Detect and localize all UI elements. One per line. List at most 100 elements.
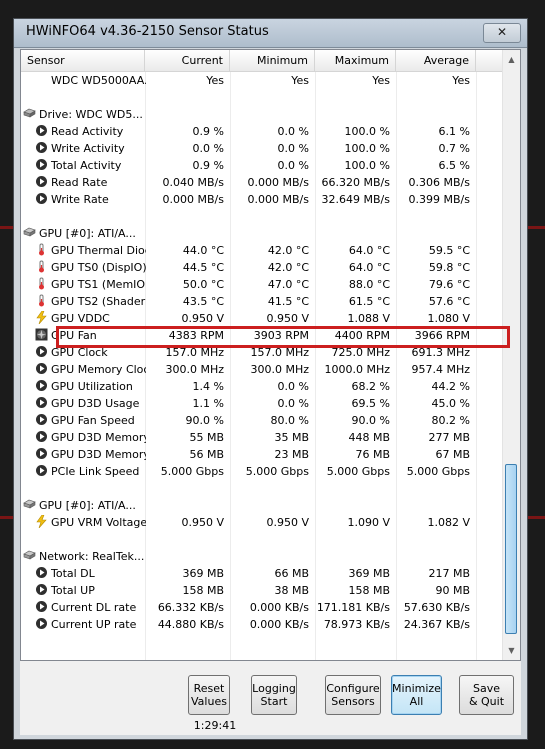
sensor-bullet-icon: [35, 379, 48, 392]
save-and-quit-button[interactable]: Save & Quit: [459, 675, 514, 715]
sensor-row[interactable]: GPU VDDC 0.950 V 0.950 V 1.088 V 1.080 V: [21, 310, 496, 327]
current-value: 43.5 °C: [182, 295, 224, 308]
sensor-row[interactable]: GPU D3D Memory... 55 MB 35 MB 448 MB 277 MB: [21, 429, 496, 446]
sensor-group-row[interactable]: Drive: WDC WD5...: [21, 106, 496, 123]
sensor-row[interactable]: WDC WD5000AA... Yes Yes Yes Yes: [21, 72, 496, 89]
sensor-row[interactable]: GPU Fan 4383 RPM 3903 RPM 4400 RPM 3966 RPM: [21, 327, 496, 344]
fan-icon: [35, 328, 48, 341]
sensor-row[interactable]: GPU Clock 157.0 MHz 157.0 MHz 725.0 MHz 691.…: [21, 344, 496, 361]
sensor-rows: WDC WD5000AA... Yes Yes Yes Yes Drive: WDC WD…: [21, 72, 496, 633]
network-icon: [23, 549, 36, 562]
column-header-minimum[interactable]: Minimum: [230, 50, 315, 71]
sensor-group-row[interactable]: GPU [#0]: ATI/A...: [21, 497, 496, 514]
sensor-name-cell: Total UP: [35, 582, 146, 599]
sensor-bullet-icon: [35, 617, 48, 630]
sensor-label: GPU VDDC: [51, 312, 110, 325]
minimum-value: 0.950 V: [266, 516, 309, 529]
maximum-value: 100.0 %: [344, 159, 390, 172]
sensor-row[interactable]: GPU TS1 (MemIO) 50.0 °C 47.0 °C 88.0 °C 79.6…: [21, 276, 496, 293]
sensor-bullet-icon: [35, 413, 48, 426]
sensor-name-cell: WDC WD5000AA...: [35, 72, 146, 89]
sensor-row[interactable]: Read Activity 0.9 % 0.0 % 100.0 % 6.1 %: [21, 123, 496, 140]
sensor-group-row[interactable]: Network: RealTek...: [21, 548, 496, 565]
current-value: 44.0 °C: [182, 244, 224, 257]
sensor-name-cell: GPU Clock: [35, 344, 146, 361]
sensor-bullet-icon: [35, 362, 48, 375]
maximum-value: 68.2 %: [351, 380, 390, 393]
table-header: Sensor Current Minimum Maximum Average: [21, 50, 520, 72]
configure-sensors-button[interactable]: Configure Sensors: [325, 675, 381, 715]
sensor-name-cell: GPU [#0]: ATI/A...: [23, 497, 146, 514]
sensor-row[interactable]: Total UP 158 MB 38 MB 158 MB 90 MB: [21, 582, 496, 599]
sensor-group-row[interactable]: GPU [#0]: ATI/A...: [21, 225, 496, 242]
scroll-down-arrow-icon[interactable]: ▼: [505, 643, 518, 658]
vertical-scrollbar[interactable]: ▲ ▼: [502, 50, 520, 660]
sensor-row[interactable]: GPU VRM Voltage 0.950 V 0.950 V 1.090 V 1.08…: [21, 514, 496, 531]
title-bar[interactable]: HWiNFO64 v4.36-2150 Sensor Status ✕: [14, 19, 527, 48]
current-value: 300.0 MHz: [165, 363, 224, 376]
sensor-row[interactable]: Write Activity 0.0 % 0.0 % 100.0 % 0.7 %: [21, 140, 496, 157]
column-header-current[interactable]: Current: [145, 50, 230, 71]
average-value: 44.2 %: [431, 380, 470, 393]
average-value: 957.4 MHz: [411, 363, 470, 376]
scrollbar-thumb[interactable]: [505, 464, 517, 634]
minimum-value: 0.000 KB/s: [249, 618, 309, 631]
sensor-name-cell: GPU VRM Voltage: [35, 514, 146, 531]
reset-values-button[interactable]: Reset Values: [188, 675, 230, 715]
close-button[interactable]: ✕: [483, 23, 521, 43]
current-value: 0.9 %: [192, 159, 224, 172]
sensor-name-cell: GPU [#0]: ATI/A...: [23, 225, 146, 242]
sensor-name-cell: Write Activity: [35, 140, 146, 157]
average-value: 217 MB: [428, 567, 470, 580]
sensor-name-cell: GPU Memory Clock: [35, 361, 146, 378]
sensor-row[interactable]: GPU Memory Clock 300.0 MHz 300.0 MHz 1000.0…: [21, 361, 496, 378]
maximum-value: 61.5 °C: [348, 295, 390, 308]
logging-start-button[interactable]: Logging Start: [251, 675, 297, 715]
sensor-name-cell: PCIe Link Speed: [35, 463, 146, 480]
column-header-sensor[interactable]: Sensor: [21, 50, 145, 71]
sensor-row[interactable]: GPU D3D Usage 1.1 % 0.0 % 69.5 % 45.0 %: [21, 395, 496, 412]
maximum-value: 725.0 MHz: [331, 346, 390, 359]
sensor-row[interactable]: GPU Utilization 1.4 % 0.0 % 68.2 % 44.2 %: [21, 378, 496, 395]
sensor-label: GPU [#0]: ATI/A...: [39, 227, 136, 240]
sensor-name-cell: GPU D3D Memory...: [35, 446, 146, 463]
sensor-bullet-icon: [35, 396, 48, 409]
average-value: 3966 RPM: [414, 329, 470, 342]
current-value: 369 MB: [182, 567, 224, 580]
sensor-row[interactable]: Current UP rate 44.880 KB/s 0.000 KB/s 78.9…: [21, 616, 496, 633]
sensor-row[interactable]: Current DL rate 66.332 KB/s 0.000 KB/s 171.…: [21, 599, 496, 616]
minimum-value: 0.0 %: [277, 380, 309, 393]
sensor-row[interactable]: GPU Thermal Diode 44.0 °C 42.0 °C 64.0 °C 59…: [21, 242, 496, 259]
scroll-up-arrow-icon[interactable]: ▲: [505, 52, 518, 67]
sensor-row[interactable]: Total Activity 0.9 % 0.0 % 100.0 % 6.5 %: [21, 157, 496, 174]
minimize-all-button[interactable]: Minimize All: [391, 675, 442, 715]
column-header-average[interactable]: Average: [396, 50, 476, 71]
sensor-row[interactable]: PCIe Link Speed 5.000 Gbps 5.000 Gbps 5.000…: [21, 463, 496, 480]
thermometer-icon: [35, 277, 48, 290]
current-value: 1.1 %: [192, 397, 224, 410]
sensor-label: GPU Clock: [51, 346, 108, 359]
sensor-row[interactable]: GPU Fan Speed 90.0 % 80.0 % 90.0 % 80.2 %: [21, 412, 496, 429]
thermometer-icon: [35, 260, 48, 273]
sensor-row[interactable]: GPU TS2 (Shader) 43.5 °C 41.5 °C 61.5 °C 57.…: [21, 293, 496, 310]
minimum-value: 42.0 °C: [267, 261, 309, 274]
column-header-maximum[interactable]: Maximum: [315, 50, 396, 71]
average-value: 1.082 V: [427, 516, 470, 529]
sensor-row[interactable]: GPU D3D Memory... 56 MB 23 MB 76 MB 67 MB: [21, 446, 496, 463]
current-value: 0.000 MB/s: [162, 193, 224, 206]
client-area: Sensor Current Minimum Maximum Average W…: [20, 49, 521, 735]
sensor-row[interactable]: Read Rate 0.040 MB/s 0.000 MB/s 66.320 MB/s…: [21, 174, 496, 191]
sensor-bullet-icon: [35, 192, 48, 205]
sensor-label: GPU D3D Memory...: [51, 448, 146, 461]
sensor-row[interactable]: Write Rate 0.000 MB/s 0.000 MB/s 32.649 MB/…: [21, 191, 496, 208]
sensor-name-cell: GPU Fan Speed: [35, 412, 146, 429]
sensor-name-cell: GPU D3D Memory...: [35, 429, 146, 446]
sensor-row[interactable]: Total DL 369 MB 66 MB 369 MB 217 MB: [21, 565, 496, 582]
average-value: 6.1 %: [438, 125, 470, 138]
sensor-row[interactable]: GPU TS0 (DispIO) 44.5 °C 42.0 °C 64.0 °C 59.…: [21, 259, 496, 276]
minimum-value: 0.0 %: [277, 125, 309, 138]
window-title: HWiNFO64 v4.36-2150 Sensor Status: [26, 24, 269, 39]
blank-row: [21, 480, 496, 497]
elapsed-timer: 1:29:41: [193, 719, 237, 732]
maximum-value: 100.0 %: [344, 142, 390, 155]
